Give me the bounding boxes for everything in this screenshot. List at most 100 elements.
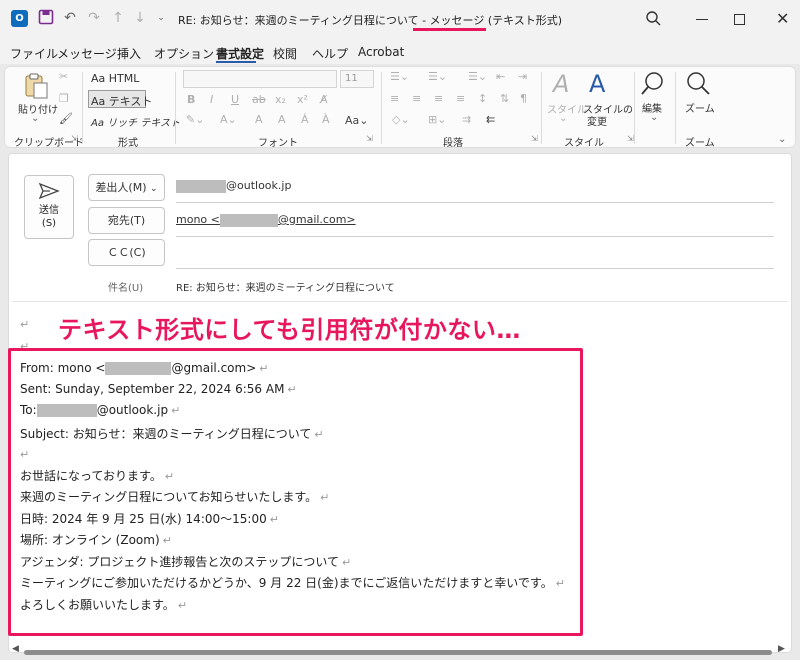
maximize-icon[interactable] <box>734 14 745 25</box>
from-divider <box>176 202 774 203</box>
change-styles-label-2[interactable]: 変更 <box>587 113 607 128</box>
bullets-icon[interactable]: ☰⌄ <box>390 70 409 84</box>
strikethrough-icon[interactable]: ab <box>252 93 266 107</box>
zoom-icon[interactable] <box>685 70 713 102</box>
increase-indent-icon[interactable]: ⇥ <box>518 70 527 84</box>
to-value-suffix: @gmail.com> <box>277 213 356 226</box>
sort-icon[interactable]: ⇅ <box>500 92 509 106</box>
ltr-icon[interactable]: ⇉ <box>462 113 471 127</box>
tab-file[interactable]: ファイル <box>10 45 58 62</box>
ribbon-separator <box>82 72 83 144</box>
close-icon[interactable]: ✕ <box>776 9 789 28</box>
scroll-left-icon[interactable]: ◀ <box>12 644 19 654</box>
paste-icon[interactable] <box>22 72 50 104</box>
format-rich-text-button[interactable]: Aa リッチ テキスト <box>91 114 180 129</box>
borders-icon[interactable]: ⊞⌄ <box>428 113 446 127</box>
style-launcher-icon[interactable]: ⇲ <box>627 134 634 143</box>
paste-dropdown-icon[interactable]: ⌄ <box>31 113 39 124</box>
subject-field[interactable]: RE: お知らせ：来週のミーティング日程について <box>176 279 395 294</box>
clear-formatting-icon[interactable]: A̸ <box>320 93 328 107</box>
accent-a-down-icon[interactable]: À <box>322 113 330 127</box>
cc-field-line <box>176 268 774 269</box>
change-case-label: Aa <box>345 114 360 127</box>
send-button[interactable]: 送信 (S) <box>24 175 74 239</box>
zoom-group-label: ズーム <box>685 138 715 149</box>
format-html-button[interactable]: Aa HTML <box>91 72 139 85</box>
edit-dropdown-icon[interactable]: ⌄ <box>650 112 658 123</box>
outlook-app-icon: O <box>11 10 28 27</box>
send-label-1: 送信 <box>39 205 59 216</box>
to-value[interactable]: mono < @gmail.com> <box>176 213 356 227</box>
format-group-label: 形式 <box>118 138 138 149</box>
tab-insert[interactable]: 挿入 <box>117 45 141 62</box>
zoom-button-label[interactable]: ズーム <box>685 100 715 115</box>
from-button-label: 差出人(M) <box>95 181 147 194</box>
paragraph-launcher-icon[interactable]: ⇲ <box>531 134 538 143</box>
horizontal-scrollbar-thumb[interactable] <box>24 650 772 655</box>
shading-icon[interactable]: ◇⌄ <box>392 113 410 127</box>
italic-icon[interactable]: I <box>210 93 213 107</box>
arrow-up-icon[interactable]: ↑ <box>109 9 127 27</box>
tab-format-text[interactable]: 書式設定 <box>216 45 264 62</box>
arrow-down-icon[interactable]: ↓ <box>131 9 149 27</box>
rtl-icon[interactable]: ⇇ <box>486 113 495 127</box>
styles-dropdown-icon[interactable]: ⌄ <box>559 113 567 124</box>
from-value: @outlook.jp <box>176 179 291 193</box>
tab-acrobat[interactable]: Acrobat <box>358 45 404 59</box>
scroll-right-icon[interactable]: ▶ <box>778 644 785 654</box>
highlight-icon[interactable]: ✎⌄ <box>186 113 204 127</box>
copy-icon[interactable]: ❐ <box>59 92 69 106</box>
collapse-ribbon-icon[interactable]: ⌄ <box>778 134 786 145</box>
from-button[interactable]: 差出人(M) ⌄ <box>88 174 165 201</box>
highlight-box <box>8 348 583 636</box>
align-center-icon[interactable]: ≡ <box>412 92 421 106</box>
change-styles-icon[interactable]: A <box>589 70 615 98</box>
minimize-icon[interactable] <box>696 19 708 20</box>
tab-options[interactable]: オプション <box>154 45 214 62</box>
clipboard-launcher-icon[interactable]: ⇲ <box>71 134 78 143</box>
search-icon[interactable] <box>645 10 663 32</box>
cc-button[interactable]: ＣＣ(C) <box>88 239 165 266</box>
from-value-suffix: @outlook.jp <box>226 179 292 192</box>
save-icon[interactable] <box>37 9 55 27</box>
change-case-button[interactable]: Aa⌄ <box>345 114 368 128</box>
format-text-label: Aa テキスト <box>91 95 153 108</box>
window-title: RE: お知らせ：来週のミーティング日程について - メッセージ (テキスト形式… <box>178 14 563 27</box>
ribbon-separator <box>381 72 382 144</box>
edit-magnifier-icon[interactable] <box>640 70 666 102</box>
cut-icon[interactable]: ✂ <box>59 70 68 84</box>
show-marks-icon[interactable]: ¶ <box>520 92 527 106</box>
font-color-icon[interactable]: A⌄ <box>220 113 237 127</box>
shrink-font-icon[interactable]: A <box>278 113 286 127</box>
align-right-icon[interactable]: ≡ <box>434 92 443 106</box>
styles-icon[interactable]: A <box>553 70 579 98</box>
grow-font-icon[interactable]: A <box>255 113 263 127</box>
justify-icon[interactable]: ≡ <box>456 92 465 106</box>
format-painter-icon[interactable]: 🖌 <box>59 112 73 126</box>
paragraph-mark: ↵ <box>20 318 30 331</box>
redacted-block <box>176 179 226 193</box>
subscript-icon[interactable]: x₂ <box>275 93 286 107</box>
underline-icon[interactable]: U <box>231 93 239 107</box>
tab-review[interactable]: 校閲 <box>273 45 297 62</box>
accent-a-up-icon[interactable]: Á <box>301 113 309 127</box>
line-spacing-icon[interactable]: ↕ <box>478 92 487 106</box>
font-size-dropdown[interactable]: 11 <box>340 70 374 88</box>
send-icon <box>38 182 60 200</box>
tab-message[interactable]: メッセージ <box>57 45 117 62</box>
align-left-icon[interactable]: ≡ <box>390 92 399 106</box>
numbering-icon[interactable]: ☰⌄ <box>428 70 447 84</box>
ribbon-separator <box>675 72 676 144</box>
tab-help[interactable]: ヘルプ <box>312 45 348 62</box>
bold-icon[interactable]: B <box>187 93 195 107</box>
font-name-dropdown[interactable] <box>183 70 337 88</box>
decrease-indent-icon[interactable]: ⇤ <box>496 70 505 84</box>
font-launcher-icon[interactable]: ⇲ <box>366 134 373 143</box>
superscript-icon[interactable]: x² <box>297 93 308 107</box>
undo-icon[interactable]: ↶ <box>61 9 79 27</box>
multilevel-list-icon[interactable]: ☰⌄ <box>468 70 487 84</box>
to-button[interactable]: 宛先(T) <box>88 207 165 234</box>
redo-icon[interactable]: ↷ <box>85 9 103 27</box>
style-group-label: スタイル <box>564 138 604 149</box>
customize-toolbar-icon[interactable]: ⌄ <box>152 9 170 27</box>
